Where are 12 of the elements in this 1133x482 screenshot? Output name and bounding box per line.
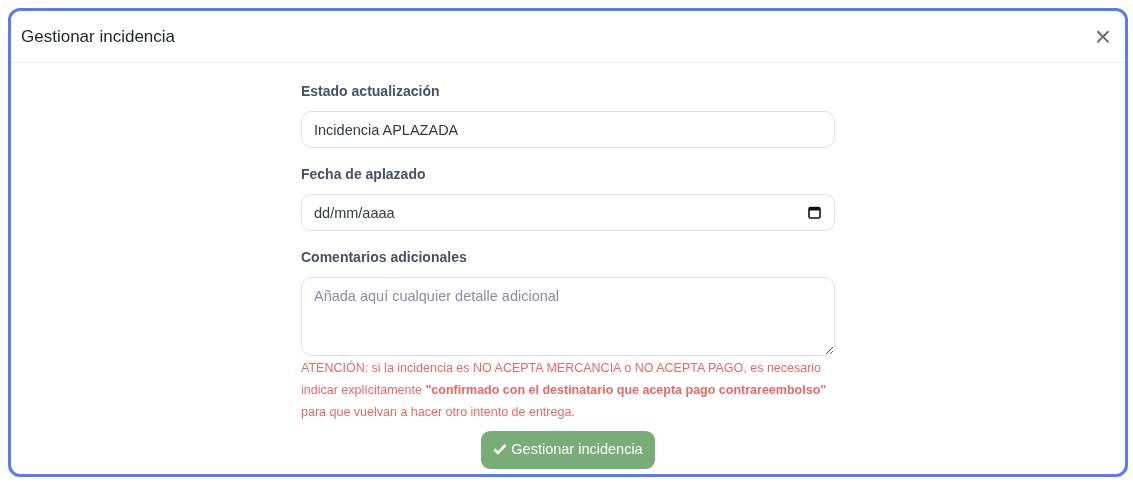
field-label: Estado actualización [301,82,440,101]
field-label: Fecha de aplazado [301,165,426,184]
comments-field[interactable]: Añada aquí cualquier detalle adicional [301,277,835,356]
modal-title: Gestionar incidencia [21,25,176,48]
warning-text: ATENCIÓN: si la incidencia es NO ACEPTA MERCANCIA o NO ACEPTA PAGO, es necesario indicar explícitamente "confirmado con el destinatario que acepta pago contrareembolso" para que vuelvan a hacer otro intento de entrega. [301,359,828,421]
calendar-icon [808,206,821,219]
submit-button[interactable]: Gestionar incidencia [481,431,655,469]
field-label: Comentarios adicionales [301,248,467,267]
check-icon [493,443,508,455]
date-field[interactable]: dd/mm/aaaa [301,194,835,231]
status-field[interactable]: Incidencia APLAZADA [301,111,835,148]
close-button[interactable]: × [1090,22,1115,51]
